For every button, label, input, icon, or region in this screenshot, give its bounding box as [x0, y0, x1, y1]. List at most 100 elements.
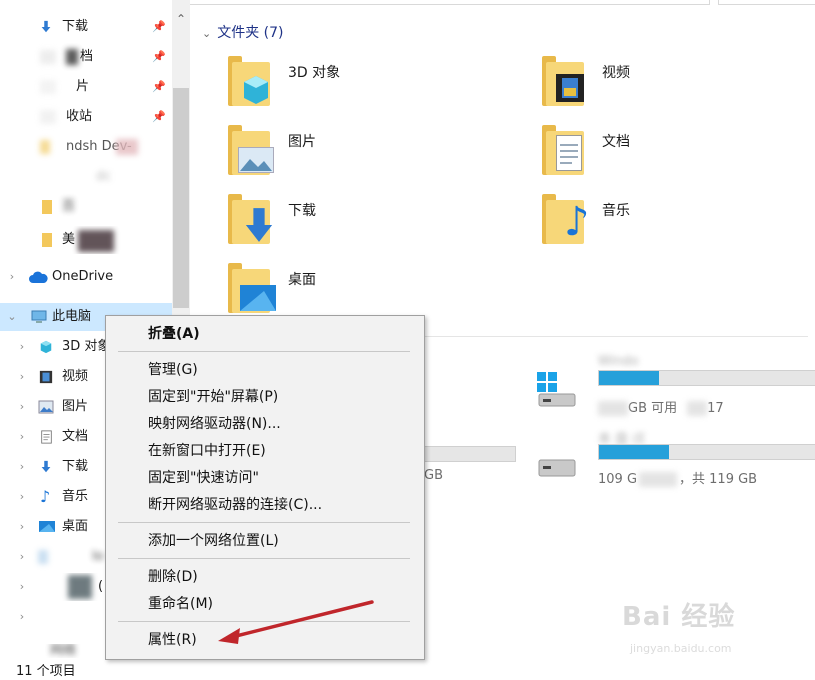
folder-label: 视频 — [602, 65, 630, 81]
drive-usage-bar-left — [422, 446, 516, 462]
folder-video-icon — [542, 52, 594, 108]
nav-item-label: 网络 — [50, 644, 77, 658]
nav-item-folder-3[interactable]: 百 — [0, 193, 172, 221]
cube-icon — [40, 340, 52, 354]
drive-free-text: GB 可用 17 — [598, 397, 724, 416]
drive-free-text-left: GB — [424, 468, 443, 483]
recycle-bin-icon — [40, 110, 56, 124]
chevron-down-icon[interactable]: ⌄ — [6, 303, 18, 331]
folder-label: 图片 — [288, 134, 316, 150]
folder-label: 音乐 — [602, 203, 630, 219]
folder-documents[interactable]: 文档 — [542, 121, 815, 185]
desktop-icon — [39, 521, 55, 532]
chevron-right-icon[interactable]: › — [6, 263, 18, 291]
nav-item-label: ( — [98, 579, 104, 594]
folders-group-header[interactable]: ⌄ 文件夹 (7) — [202, 22, 284, 42]
folder-download-icon — [228, 190, 280, 246]
nav-item-documents[interactable]: 档 📌 — [0, 43, 172, 71]
folder-music[interactable]: ♪ 音乐 — [542, 190, 815, 254]
windows-drive-icon[interactable] — [535, 370, 579, 410]
menu-item-collapse[interactable]: 折叠(A) — [148, 323, 200, 345]
nav-item-folder-2[interactable]: dc — [0, 163, 172, 191]
folder-label: 3D 对象 — [288, 65, 341, 81]
folder-document-icon — [542, 121, 594, 177]
nav-item-label: 下载 — [62, 459, 89, 474]
folder-icon — [40, 140, 50, 154]
nav-item-label: 此电脑 — [52, 309, 92, 324]
menu-item-map-network-drive[interactable]: 映射网络驱动器(N)... — [148, 413, 281, 435]
nav-item-label: 收站 — [66, 109, 93, 124]
chevron-right-icon[interactable]: › — [16, 483, 28, 511]
nav-item-label: OneDrive — [52, 269, 114, 284]
folder-label: 文档 — [602, 134, 630, 150]
chevron-down-icon: ⌄ — [202, 27, 212, 40]
nav-item-label: 图片 — [62, 399, 89, 414]
scroll-up-icon[interactable]: ⌃ — [172, 10, 190, 28]
folder-pictures[interactable]: 图片 — [228, 121, 528, 185]
nav-item-onedrive[interactable]: › OneDrive — [0, 263, 172, 291]
pin-icon: 📌 — [152, 50, 166, 63]
menu-item-delete[interactable]: 删除(D) — [148, 566, 198, 588]
pin-icon: 📌 — [152, 20, 166, 33]
nav-item-folder-1[interactable]: ndsh Dev- — [0, 133, 172, 161]
nav-item-folder-4[interactable]: 美 — [0, 226, 172, 254]
nav-item-label: 百 — [62, 199, 76, 214]
folder-icon — [42, 233, 52, 247]
nav-item-downloads[interactable]: 下载 📌 — [0, 13, 172, 41]
music-note-icon: ♪ — [40, 487, 51, 506]
drive-usage-bar — [598, 444, 815, 460]
chevron-right-icon[interactable]: › — [16, 543, 28, 571]
chevron-right-icon[interactable]: › — [16, 363, 28, 391]
menu-item-rename[interactable]: 重命名(M) — [148, 593, 213, 615]
nav-item-label: 档 — [80, 49, 94, 64]
folder-picture-icon — [228, 121, 280, 177]
chevron-right-icon[interactable]: › — [16, 333, 28, 361]
menu-item-open-new-window[interactable]: 在新窗口中打开(E) — [148, 440, 266, 462]
folder-icon — [42, 200, 52, 214]
document-icon — [41, 430, 52, 444]
folder-desktop-icon — [228, 259, 280, 315]
folder-label: 桌面 — [288, 272, 316, 288]
annotation-arrow-icon — [218, 600, 374, 644]
menu-item-add-network-location[interactable]: 添加一个网络位置(L) — [148, 530, 279, 552]
nav-item-label: 下载 — [62, 19, 89, 34]
menu-item-pin-quick-access[interactable]: 固定到"快速访问" — [148, 467, 259, 489]
folder-videos[interactable]: 视频 — [542, 52, 815, 116]
group-title: 文件夹 (7) — [217, 25, 284, 41]
nav-item-label: dc — [96, 169, 112, 184]
scrollbar-thumb[interactable] — [173, 88, 189, 308]
chevron-right-icon[interactable]: › — [16, 513, 28, 541]
folder-desktop[interactable]: 桌面 — [228, 259, 528, 323]
folder-3d-objects[interactable]: 3D 对象 — [228, 52, 528, 116]
nav-item-label: 音乐 — [62, 489, 89, 504]
folder-downloads[interactable]: 下载 — [228, 190, 528, 254]
hard-drive-icon[interactable] — [535, 442, 579, 482]
folder-3d-icon — [228, 52, 280, 108]
chevron-right-icon[interactable]: › — [16, 603, 28, 631]
nav-item-pictures[interactable]: 片 📌 — [0, 73, 172, 101]
pictures-icon — [40, 80, 56, 94]
menu-item-pin-to-start[interactable]: 固定到"开始"屏幕(P) — [148, 386, 278, 408]
drive-name: Windo — [598, 354, 639, 369]
menu-item-disconnect-network-drive[interactable]: 断开网络驱动器的连接(C)... — [148, 494, 322, 516]
chevron-right-icon[interactable]: › — [16, 573, 28, 601]
nav-item-label: 文档 — [62, 429, 89, 444]
chevron-right-icon[interactable]: › — [16, 453, 28, 481]
chevron-right-icon[interactable]: › — [16, 423, 28, 451]
baidu-watermark-url: jingyan.baidu.com — [630, 642, 732, 655]
drive-usage-bar — [598, 370, 815, 386]
pin-icon: 📌 — [152, 80, 166, 93]
film-icon — [39, 370, 53, 384]
pin-icon: 📌 — [152, 110, 166, 123]
folder-label: 下载 — [288, 203, 316, 219]
download-arrow-icon — [41, 20, 51, 33]
nav-item-recycle-bin[interactable]: 收站 📌 — [0, 103, 172, 131]
folder-music-icon: ♪ — [542, 190, 594, 246]
nav-item-label: 美 — [62, 232, 76, 247]
chevron-right-icon[interactable]: › — [16, 393, 28, 421]
menu-item-manage[interactable]: 管理(G) — [148, 359, 198, 381]
menu-item-properties[interactable]: 属性(R) — [148, 629, 197, 651]
nav-item-label: lo — [92, 549, 104, 564]
drive-free-text: 109 G ，共 119 GB — [598, 472, 758, 487]
document-icon — [40, 50, 56, 64]
